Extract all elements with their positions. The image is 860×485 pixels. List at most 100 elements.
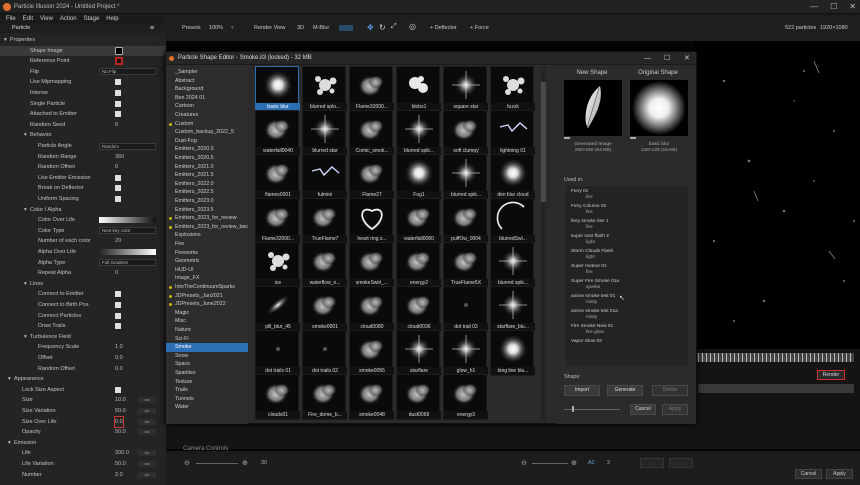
tool-button-2[interactable]: [669, 458, 693, 468]
property-dropdown[interactable]: No Flip: [99, 68, 156, 76]
property-spin-value[interactable]: 50.0: [115, 406, 126, 417]
shape-thumbnail[interactable]: lightning 01: [490, 110, 535, 156]
category-item[interactable]: Image_FX: [166, 274, 248, 283]
property-row[interactable]: ▾ Properties: [0, 35, 166, 46]
property-checkbox[interactable]: [115, 312, 121, 319]
shape-thumbnail[interactable]: fuzzk: [490, 66, 535, 112]
property-row[interactable]: Connect Particles: [0, 311, 166, 322]
property-row[interactable]: ▾ Turbulence Field: [0, 332, 166, 343]
property-value[interactable]: 20: [115, 236, 121, 247]
close-icon[interactable]: ✕: [849, 0, 856, 14]
property-row[interactable]: Shape Image: [0, 45, 166, 57]
property-value[interactable]: 0.0: [115, 364, 123, 375]
property-value[interactable]: 0: [115, 120, 118, 131]
grid-toggle[interactable]: [339, 25, 353, 31]
shape-thumbnail[interactable]: cloud0036: [396, 286, 441, 332]
category-item[interactable]: Space: [166, 360, 248, 369]
motion-blur-button[interactable]: M-Blur: [313, 25, 329, 31]
menu-help[interactable]: Help: [106, 14, 118, 24]
shape-thumbnail[interactable]: smoke0048: [349, 374, 394, 420]
menu-view[interactable]: View: [40, 14, 53, 24]
shape-thumbnail[interactable]: waterflow_n...: [302, 242, 347, 288]
dialog-close-icon[interactable]: ✕: [684, 52, 690, 65]
category-item[interactable]: Emitters_2021.0: [166, 163, 248, 172]
property-row[interactable]: Uniform Spacing: [0, 194, 166, 205]
delete-button[interactable]: Delete: [652, 385, 688, 396]
shape-thumbnail[interactable]: Flame32000...: [349, 66, 394, 112]
category-item[interactable]: Emitters_2021.5: [166, 171, 248, 180]
shape-grid-scrollbar[interactable]: [541, 66, 546, 421]
category-item[interactable]: Cartoon: [166, 102, 248, 111]
render-view-button[interactable]: Render View: [254, 25, 285, 31]
shape-thumbnail[interactable]: energy2: [396, 242, 441, 288]
category-item[interactable]: Emitters_2022.0: [166, 180, 248, 189]
expand-arrow-icon[interactable]: ▾: [24, 332, 27, 343]
color-gradient-bar[interactable]: [99, 217, 156, 224]
category-item[interactable]: Texture: [166, 378, 248, 387]
shape-thumbnail[interactable]: Flame32000...: [255, 198, 300, 244]
target-icon[interactable]: ◎: [409, 22, 416, 31]
property-row[interactable]: ▾ Emission: [0, 438, 166, 449]
shape-thumbnail[interactable]: fulmini: [302, 154, 347, 200]
shape-thumbnail[interactable]: clouds01: [255, 374, 300, 420]
shape-thumbnail[interactable]: Comic_smok...: [349, 110, 394, 156]
property-checkbox[interactable]: [115, 174, 121, 181]
property-row[interactable]: Particle Angle Random: [0, 141, 166, 152]
shape-thumbnail[interactable]: starflare_blu...: [490, 286, 535, 332]
shape-thumbnail[interactable]: blurred spik...: [490, 242, 535, 288]
zoom-level[interactable]: 100%: [209, 25, 223, 31]
property-row[interactable]: Random Offset 0.0: [0, 364, 166, 375]
property-row[interactable]: Flip No Flip: [0, 67, 166, 78]
dialog-minimize-icon[interactable]: —: [644, 52, 651, 65]
property-row[interactable]: Repeat Alpha 0: [0, 268, 166, 279]
preview-handle-2[interactable]: [630, 137, 636, 139]
category-item[interactable]: JDPresets_June2022: [166, 300, 248, 309]
category-item[interactable]: Custom: [166, 120, 248, 129]
shape-thumbnail[interactable]: smokeSwirl_...: [349, 242, 394, 288]
shape-thumbnail[interactable]: TrueFlame7: [302, 198, 347, 244]
category-item[interactable]: Background: [166, 85, 248, 94]
category-item[interactable]: Smoke: [166, 343, 248, 352]
shape-thumbnail[interactable]: soft clumpy: [443, 110, 488, 156]
property-row[interactable]: Attached to Emitter: [0, 109, 166, 120]
property-value[interactable]: 0: [115, 162, 118, 173]
shape-thumbnail[interactable]: basic blur: [255, 66, 300, 112]
category-item[interactable]: Emitters_2023_for_review: [166, 214, 248, 223]
property-spin-value[interactable]: 10.0: [115, 395, 126, 406]
maximize-icon[interactable]: ☐: [830, 0, 837, 14]
camera-zoom-slider[interactable]: [196, 463, 238, 464]
property-row[interactable]: Number ◂ ▸ 2.0: [0, 470, 166, 481]
category-item[interactable]: Abstract: [166, 77, 248, 86]
shape-thumbnail[interactable]: starflare: [396, 330, 441, 376]
alpha-gradient-bar[interactable]: [99, 249, 156, 255]
spin-arrows-icon[interactable]: ◂ ▸: [138, 450, 156, 457]
category-item[interactable]: Nature: [166, 326, 248, 335]
spin-arrows-icon[interactable]: ◂ ▸: [138, 429, 156, 436]
spin-arrows-icon[interactable]: ◂ ▸: [138, 418, 156, 425]
timeline-zoom-slider[interactable]: [532, 463, 568, 464]
used-in-item[interactable]: anime smoke test 01 misty: [571, 294, 615, 306]
zoom-in-icon[interactable]: ⊕: [242, 459, 248, 467]
category-item[interactable]: Dust-Fog: [166, 137, 248, 146]
property-row[interactable]: ▾ Lines: [0, 279, 166, 290]
property-row[interactable]: Color Type Next key color: [0, 226, 166, 237]
used-in-item[interactable]: super soot flash 2 light: [571, 234, 609, 246]
used-in-item[interactable]: Fiery Column 02 fire: [571, 204, 606, 216]
tool-button-1[interactable]: [640, 458, 664, 468]
category-item[interactable]: Sci-Fi: [166, 335, 248, 344]
shape-thumbnail[interactable]: dust0069: [396, 374, 441, 420]
expand-arrow-icon[interactable]: ▾: [24, 130, 27, 141]
shape-thumbnail[interactable]: dot trails 01: [255, 330, 300, 376]
property-row[interactable]: Connect to Emitter: [0, 289, 166, 300]
used-in-item[interactable]: Super meteor 01 fire: [571, 264, 607, 276]
property-checkbox[interactable]: [115, 111, 121, 118]
shape-thumbnail[interactable]: Fire_dome_b...: [302, 374, 347, 420]
shape-thumbnail[interactable]: waterfall0040: [255, 110, 300, 156]
shape-thumbnail[interactable]: ice: [255, 242, 300, 288]
category-item[interactable]: Emitters_2023.0: [166, 197, 248, 206]
expand-arrow-icon[interactable]: ▾: [8, 374, 11, 385]
menu-edit[interactable]: Edit: [23, 14, 33, 24]
property-row[interactable]: Intense: [0, 88, 166, 99]
property-row[interactable]: Random Range 360: [0, 152, 166, 163]
timeline-zoom-out-icon[interactable]: ⊖: [521, 459, 527, 467]
